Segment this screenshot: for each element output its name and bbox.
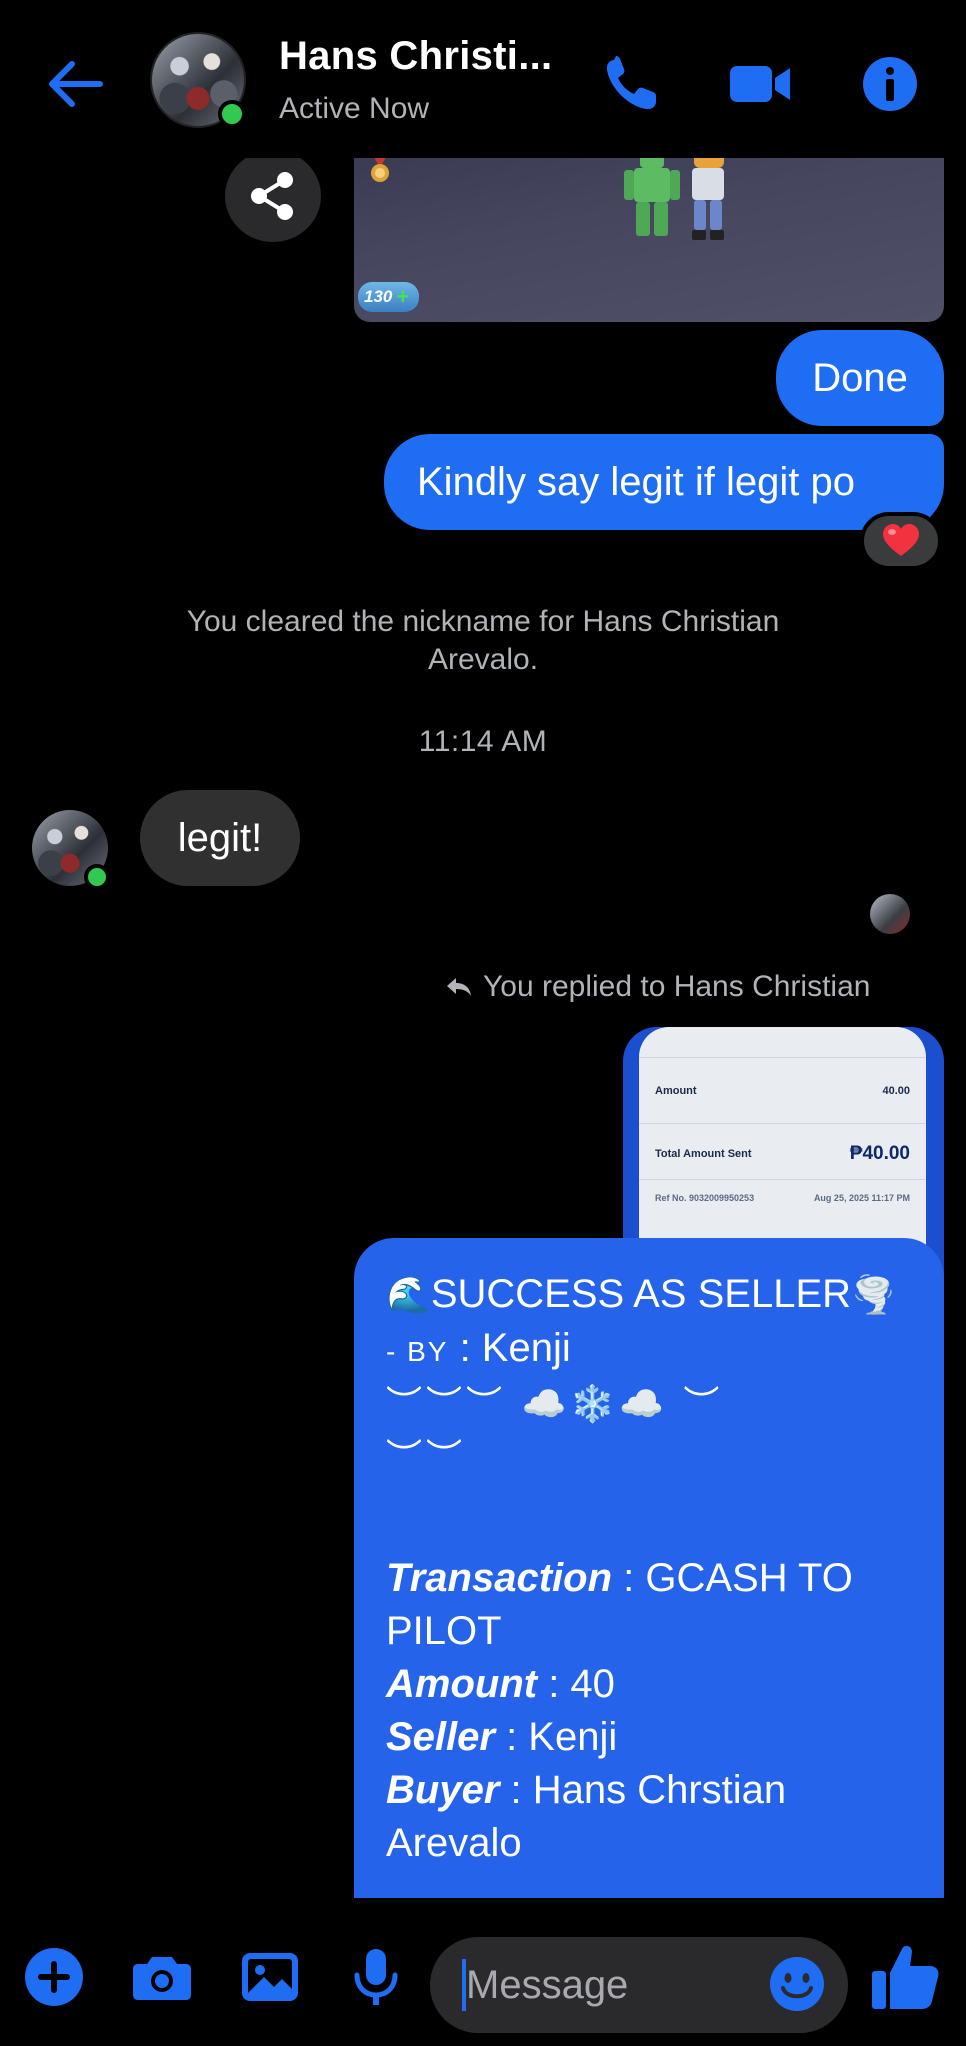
outgoing-message-done[interactable]: Done: [776, 330, 944, 426]
receipt-ref-number: Ref No. 9032009950253: [655, 1193, 755, 1203]
camera-icon: [133, 1957, 191, 2000]
transaction-line: Transaction : GCASH TO PILOT: [386, 1552, 914, 1658]
microphone-icon: [354, 1949, 398, 2005]
by-prefix: - BY: [386, 1336, 449, 1367]
reply-context-text: You replied to Hans Christian: [483, 970, 871, 1003]
outgoing-message-legit-request[interactable]: Kindly say legit if legit po: [384, 434, 944, 530]
buyer-line: Buyer : Hans Chrstian Arevalo: [386, 1764, 914, 1870]
medal-icon: [371, 154, 389, 182]
buyer-label: Buyer: [386, 1768, 500, 1812]
seller-value: : Kenji: [494, 1715, 618, 1759]
message-timestamp: 11:14 AM: [418, 725, 548, 758]
blonde-avatar-figure: [692, 150, 724, 240]
amount-value: : 40: [537, 1662, 615, 1706]
online-indicator-small: [84, 864, 110, 890]
success-by-line: - BY : Kenji: [386, 1322, 914, 1378]
gem-counter: 130 +: [358, 282, 420, 312]
reply-context-label: You replied to Hans Christian: [445, 970, 915, 1004]
receipt-divider: [639, 1057, 926, 1058]
phone-icon: [606, 56, 656, 110]
info-icon: [863, 57, 917, 111]
message-composer: [0, 1905, 966, 2046]
video-call-button[interactable]: [728, 52, 792, 116]
message-field[interactable]: [430, 1937, 848, 2033]
share-icon: [251, 172, 293, 220]
smiley-icon: [770, 1957, 824, 2011]
back-button[interactable]: [40, 52, 110, 116]
contact-name[interactable]: Hans Christi...: [279, 34, 569, 79]
thumbs-up-icon: [872, 1945, 939, 2009]
like-button[interactable]: [868, 1939, 944, 2015]
audio-call-button[interactable]: [600, 52, 664, 116]
camera-button[interactable]: [130, 1945, 194, 2009]
receipt-ref-row: Ref No. 9032009950253 Aug 25, 2025 11:17…: [655, 1193, 910, 1203]
amount-line: Amount : 40: [386, 1658, 914, 1711]
success-title: SUCCESS AS SELLER: [430, 1272, 852, 1316]
image-icon: [242, 1953, 298, 2001]
online-indicator: [218, 100, 246, 128]
arrow-left-icon: [49, 61, 103, 107]
receipt-amount-row: Amount 40.00: [655, 1085, 910, 1097]
seller-label: Seller: [386, 1715, 495, 1759]
heart-icon: [883, 524, 919, 556]
plus-circle-icon: [25, 1948, 83, 2006]
receipt-total-row: Total Amount Sent ₱40.00: [655, 1143, 910, 1165]
reply-arrow-icon: [447, 978, 471, 996]
info-button[interactable]: [858, 52, 922, 116]
active-status: Active Now: [279, 92, 430, 125]
tornado-icon: 🌪️: [851, 1275, 896, 1316]
voice-message-button[interactable]: [344, 1945, 408, 2009]
success-title-line: 🌊SUCCESS AS SELLER🌪️: [386, 1268, 914, 1322]
amount-label: Amount: [386, 1662, 538, 1706]
receipt-date: Aug 25, 2025 11:17 PM: [813, 1193, 910, 1203]
wave-icon: 🌊: [386, 1275, 431, 1316]
gallery-button[interactable]: [238, 1945, 302, 2009]
messenger-chat-screen: Hans Christi... Active Now 130 + Done Ki…: [0, 0, 966, 2046]
receipt-divider: [639, 1123, 926, 1124]
more-actions-button[interactable]: [22, 1945, 86, 2009]
receipt-amount-value: 40.00: [882, 1085, 910, 1097]
chat-header: Hans Christi... Active Now: [0, 0, 966, 158]
receipt-divider: [639, 1179, 926, 1180]
decorative-kaomoji-2: ︶︶: [386, 1437, 467, 1478]
system-notification: You cleared the nickname for Hans Christ…: [186, 605, 780, 676]
seen-receipt-avatar: [870, 894, 910, 934]
emoji-button[interactable]: [768, 1955, 826, 2013]
video-camera-icon: [730, 66, 790, 102]
seller-line: Seller : Kenji: [386, 1711, 914, 1764]
reaction-badge[interactable]: [860, 512, 942, 570]
incoming-message-legit[interactable]: legit!: [140, 790, 300, 886]
gem-count: 130: [364, 287, 393, 306]
shared-game-screenshot[interactable]: 130 +: [354, 150, 944, 322]
decorative-kaomoji-1: ︶︶︶ ☁️❄️☁️ ︶: [386, 1384, 724, 1425]
plus-icon: +: [396, 284, 410, 309]
green-avatar-figure: [624, 150, 680, 236]
transaction-label: Transaction: [386, 1556, 612, 1600]
receipt-amount-label: Amount: [655, 1085, 697, 1097]
outgoing-message-success-receipt[interactable]: 🌊SUCCESS AS SELLER🌪️ - BY : Kenji ︶︶︶ ☁️…: [354, 1238, 944, 1898]
receipt-total-label: Total Amount Sent: [655, 1148, 752, 1160]
receipt-total-value: ₱40.00: [849, 1143, 910, 1164]
message-input[interactable]: [466, 1937, 766, 2033]
share-button[interactable]: [225, 150, 321, 242]
by-name: : Kenji: [448, 1326, 571, 1370]
